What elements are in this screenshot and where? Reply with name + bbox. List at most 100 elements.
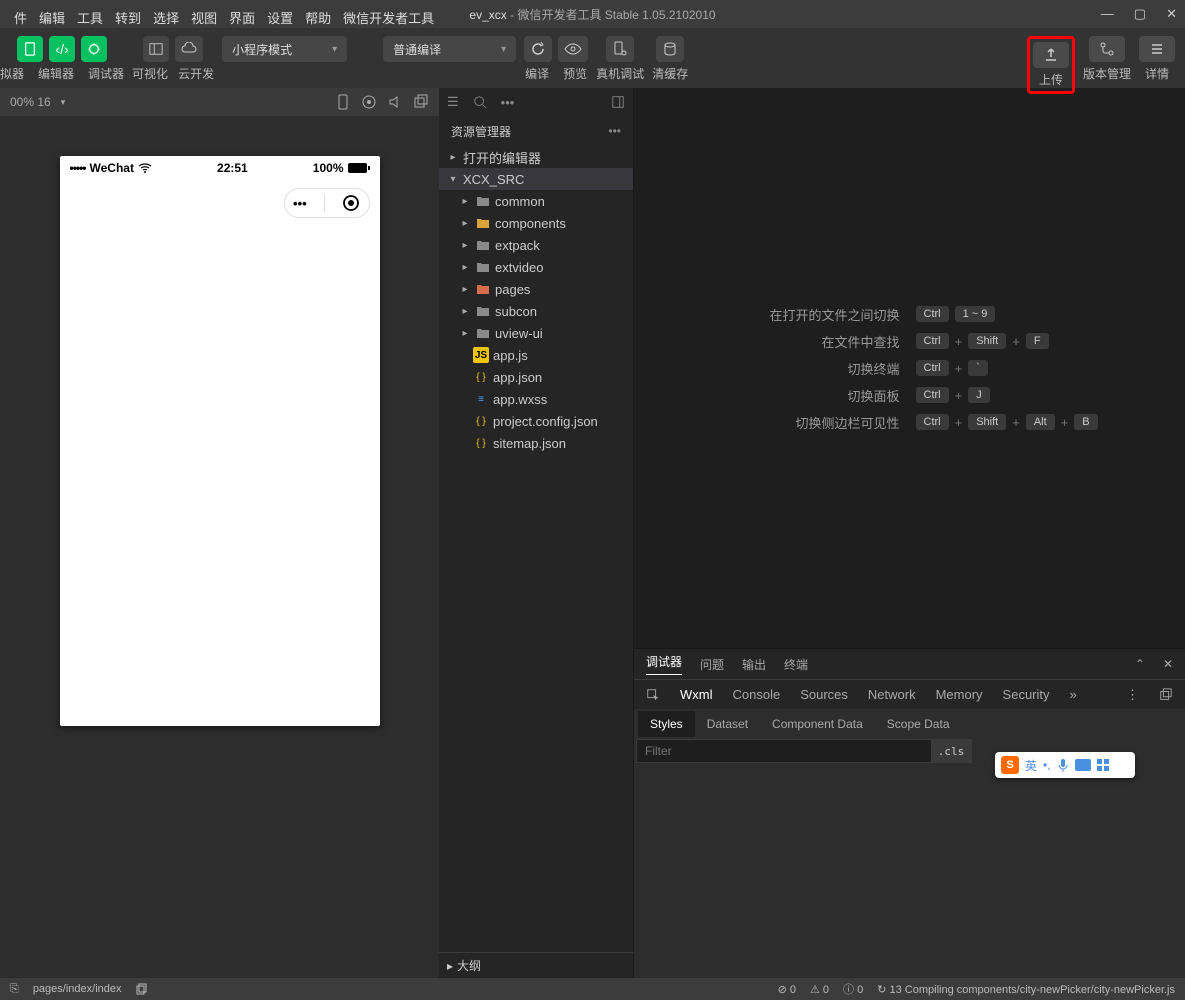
root-folder[interactable]: ▾XCX_SRC xyxy=(439,168,633,190)
simulator-toggle[interactable] xyxy=(17,36,43,62)
visual-label: 可视化 xyxy=(132,65,168,82)
preview-button[interactable] xyxy=(558,36,588,62)
shortcut-label: 在打开的文件之间切换 xyxy=(700,305,900,324)
ime-voice-icon[interactable] xyxy=(1057,758,1069,772)
folder-extpack[interactable]: ▸extpack xyxy=(439,234,633,256)
mute-icon[interactable] xyxy=(387,94,403,110)
folder-pages[interactable]: ▸pages xyxy=(439,278,633,300)
tab-styles[interactable]: Styles xyxy=(638,711,695,737)
status-errors[interactable]: ⊘ 0 xyxy=(778,983,796,996)
panel-chevron-icon[interactable]: ⌃ xyxy=(1135,657,1145,671)
menu-devtools[interactable]: 微信开发者工具 xyxy=(343,8,434,27)
tab-sources[interactable]: Sources xyxy=(800,687,848,702)
devtools-more-icon[interactable]: ⋮ xyxy=(1126,687,1139,703)
menu-select[interactable]: 选择 xyxy=(153,8,179,27)
devtools-dock-icon[interactable] xyxy=(1159,688,1173,702)
capsule-menu-icon[interactable]: ••• xyxy=(293,196,307,211)
close-button[interactable]: ✕ xyxy=(1166,6,1177,22)
compile-mode-dropdown[interactable]: 普通编译 xyxy=(383,36,516,62)
tab-memory[interactable]: Memory xyxy=(936,687,983,702)
upload-button[interactable] xyxy=(1033,42,1069,68)
clear-cache-button[interactable] xyxy=(656,36,684,62)
status-page-icon[interactable]: ⎘ xyxy=(10,983,19,996)
window-title: ev_xcx - 微信开发者工具 Stable 1.05.2102010 xyxy=(469,6,715,23)
phone-simulator[interactable]: ••••• WeChat 22:51 100% ••• xyxy=(60,156,380,726)
shortcut-row: 切换面板Ctrl+J xyxy=(700,386,1120,405)
version-button[interactable] xyxy=(1089,36,1125,62)
cls-button[interactable]: .cls xyxy=(931,740,971,762)
panel-close-icon[interactable]: ✕ xyxy=(1163,657,1173,671)
compile-button[interactable] xyxy=(524,36,552,62)
ime-menu-icon[interactable] xyxy=(1097,759,1109,771)
cloud-button[interactable] xyxy=(175,36,203,62)
tab-wxml[interactable]: Wxml xyxy=(680,687,713,702)
folder-icon xyxy=(475,215,491,231)
explorer-more-icon[interactable]: ••• xyxy=(608,124,621,138)
minimize-button[interactable]: — xyxy=(1101,6,1114,22)
ime-lang[interactable]: 英 xyxy=(1025,757,1037,774)
folder-subcon[interactable]: ▸subcon xyxy=(439,300,633,322)
menu-view[interactable]: 视图 xyxy=(191,8,217,27)
tab-security[interactable]: Security xyxy=(1003,687,1050,702)
menu-ui[interactable]: 界面 xyxy=(229,8,255,27)
ime-punct-icon[interactable]: •, xyxy=(1043,758,1051,772)
menu-tools[interactable]: 工具 xyxy=(77,8,103,27)
folder-uview-ui[interactable]: ▸uview-ui xyxy=(439,322,633,344)
status-page[interactable]: pages/index/index xyxy=(33,983,122,995)
tab-problems[interactable]: 问题 xyxy=(700,656,724,673)
record-icon[interactable] xyxy=(361,94,377,110)
status-warnings[interactable]: ⚠ 0 xyxy=(810,983,829,996)
capsule-close-icon[interactable] xyxy=(342,194,360,212)
status-copy-icon[interactable] xyxy=(136,983,148,995)
tab-console[interactable]: Console xyxy=(733,687,781,702)
device-icon[interactable] xyxy=(335,94,351,110)
tab-network[interactable]: Network xyxy=(868,687,916,702)
explorer-title: 资源管理器 xyxy=(451,123,511,140)
capsule-button[interactable]: ••• xyxy=(284,188,370,218)
wxss-icon: ≡ xyxy=(473,391,489,407)
more-icon[interactable]: ••• xyxy=(501,95,515,110)
folder-common[interactable]: ▸common xyxy=(439,190,633,212)
search-icon[interactable] xyxy=(473,95,487,109)
file-app-js[interactable]: JSapp.js xyxy=(439,344,633,366)
tab-terminal[interactable]: 终端 xyxy=(784,656,808,673)
open-editors-section[interactable]: ▸打开的编辑器 xyxy=(439,146,633,168)
tab-dataset[interactable]: Dataset xyxy=(695,711,760,737)
menu-file[interactable]: 件 xyxy=(14,8,27,27)
details-button[interactable] xyxy=(1139,36,1175,62)
remote-debug-button[interactable] xyxy=(606,36,634,62)
maximize-button[interactable]: ▢ xyxy=(1134,6,1146,22)
menu-edit[interactable]: 编辑 xyxy=(39,8,65,27)
tab-scope-data[interactable]: Scope Data xyxy=(875,711,962,737)
folder-extvideo[interactable]: ▸extvideo xyxy=(439,256,633,278)
editor-toggle[interactable]: ‹/› xyxy=(49,36,75,62)
tab-component-data[interactable]: Component Data xyxy=(760,711,875,737)
key: Ctrl xyxy=(916,414,949,430)
file-project-config-json[interactable]: { }project.config.json xyxy=(439,410,633,432)
status-info[interactable]: ⓘ 0 xyxy=(843,981,863,997)
debugger-toggle[interactable] xyxy=(81,36,107,62)
mode-dropdown[interactable]: 小程序模式 xyxy=(222,36,347,62)
tab-output[interactable]: 输出 xyxy=(742,656,766,673)
detach-icon[interactable] xyxy=(413,94,429,110)
collapse-icon[interactable] xyxy=(611,95,625,109)
visual-button[interactable] xyxy=(143,36,169,62)
file-app-json[interactable]: { }app.json xyxy=(439,366,633,388)
menu-goto[interactable]: 转到 xyxy=(115,8,141,27)
outline-section[interactable]: ▸大纲 xyxy=(439,952,633,978)
file-sitemap-json[interactable]: { }sitemap.json xyxy=(439,432,633,454)
main-content: 00% 16▾ ••••• WeChat 22:51 100% xyxy=(0,88,1185,978)
menu-help[interactable]: 帮助 xyxy=(305,8,331,27)
ime-toolbar[interactable]: S 英 •, xyxy=(995,752,1135,778)
folder-components[interactable]: ▸components xyxy=(439,212,633,234)
json-icon: { } xyxy=(473,369,489,385)
ime-keyboard-icon[interactable] xyxy=(1075,759,1091,771)
inspect-icon[interactable] xyxy=(646,688,660,702)
tab-debugger[interactable]: 调试器 xyxy=(646,653,682,675)
file-app-wxss[interactable]: ≡app.wxss xyxy=(439,388,633,410)
list-icon[interactable]: ☰ xyxy=(447,94,459,110)
filter-input[interactable] xyxy=(637,740,931,762)
zoom-level[interactable]: 00% 16 xyxy=(10,95,51,109)
tabs-overflow-icon[interactable]: » xyxy=(1070,687,1077,702)
menu-settings[interactable]: 设置 xyxy=(267,8,293,27)
